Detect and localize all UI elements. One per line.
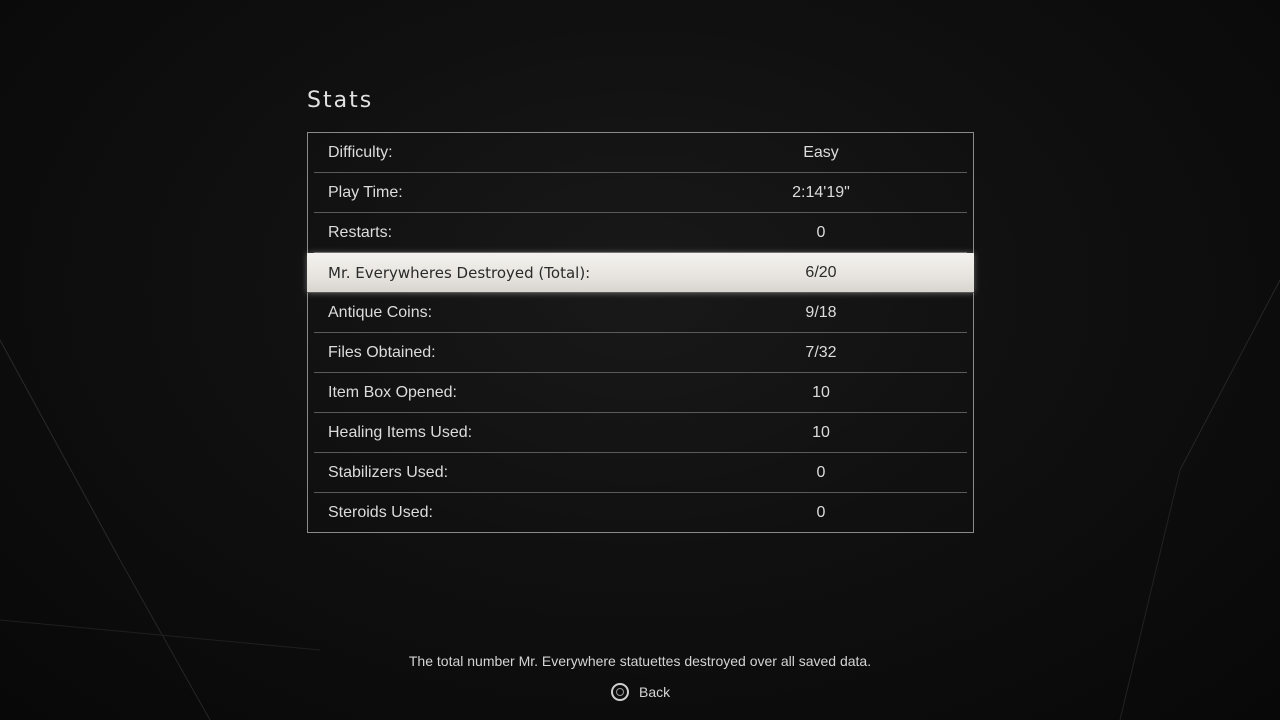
stat-label: Item Box Opened:: [328, 383, 457, 401]
stats-table: Difficulty: Easy Play Time: 2:14'19" Restart…: [307, 132, 974, 533]
stat-row[interactable]: Restarts: 0: [314, 213, 967, 253]
stat-label: Difficulty:: [328, 143, 393, 161]
stat-label: Stabilizers Used:: [328, 463, 449, 481]
back-label: Back: [639, 684, 671, 700]
stat-row[interactable]: Play Time: 2:14'19": [314, 173, 967, 213]
stat-label: Mr. Everywheres Destroyed (Total):: [328, 263, 591, 282]
stat-value: 0: [816, 223, 826, 241]
stat-row[interactable]: Files Obtained: 7/32: [314, 333, 967, 373]
stat-row[interactable]: Steroids Used: 0: [314, 493, 967, 533]
back-button[interactable]: Back: [611, 683, 670, 701]
stat-row[interactable]: Stabilizers Used: 0: [314, 453, 967, 493]
stat-value: 2:14'19": [792, 183, 850, 201]
stat-label: Antique Coins:: [328, 303, 433, 321]
stat-label: Play Time:: [328, 183, 403, 201]
stat-value: 10: [812, 383, 830, 401]
stat-row[interactable]: Difficulty: Easy: [314, 133, 967, 173]
stat-label: Restarts:: [328, 223, 393, 241]
stat-value: 7/32: [805, 343, 837, 361]
circle-button-icon: [611, 683, 629, 701]
stat-row[interactable]: Antique Coins: 9/18: [314, 293, 967, 333]
stat-row[interactable]: Healing Items Used: 10: [314, 413, 967, 453]
page-title: Stats: [307, 88, 374, 113]
stat-row[interactable]: Mr. Everywheres Destroyed (Total): 6/20: [307, 253, 974, 293]
stat-value: 10: [812, 423, 830, 441]
stat-row[interactable]: Item Box Opened: 10: [314, 373, 967, 413]
stat-label: Healing Items Used:: [328, 423, 473, 441]
stat-label: Steroids Used:: [328, 504, 433, 521]
selection-description: The total number Mr. Everywhere statuett…: [408, 653, 872, 669]
stat-value: 0: [816, 463, 826, 481]
stat-value: Easy: [803, 143, 839, 161]
stat-value: 9/18: [805, 303, 837, 321]
stat-label: Files Obtained:: [328, 343, 436, 361]
stat-value: 6/20: [805, 263, 837, 281]
stat-value: 0: [816, 504, 826, 521]
